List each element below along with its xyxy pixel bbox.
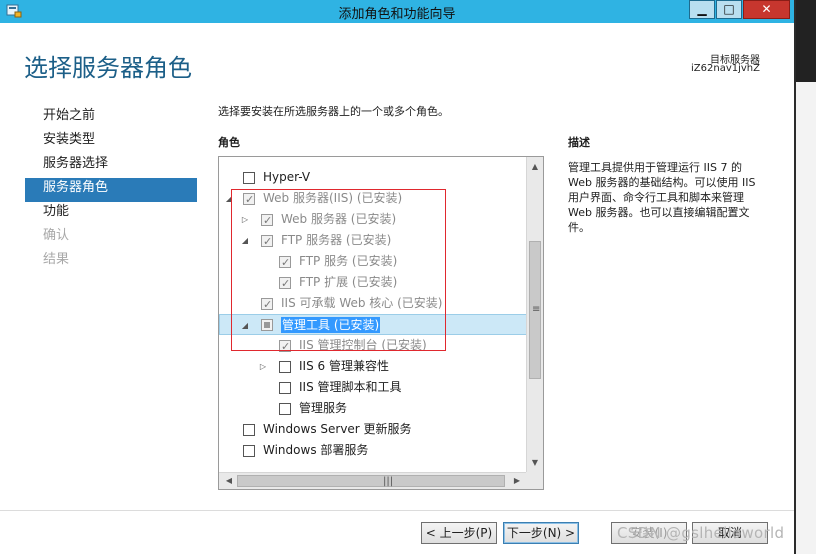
nav-item-features[interactable]: 功能 [25, 202, 197, 226]
role-label: FTP 扩展 (已安装) [299, 275, 398, 289]
checkbox [243, 189, 255, 210]
role-label: Hyper-V [263, 170, 311, 184]
tree-row-iis-management-console[interactable]: IIS 管理控制台 (已安装) [219, 335, 527, 357]
tree-row-iis6-management-compatibility[interactable]: ▷ IIS 6 管理兼容性 [219, 356, 527, 377]
window-title: 添加角色和功能向导 [338, 7, 456, 22]
expand-triangle-icon[interactable]: ▷ [257, 356, 269, 377]
tree-row-ftp-server[interactable]: ◢ FTP 服务器 (已安装) [219, 230, 527, 252]
role-label: FTP 服务器 (已安装) [281, 233, 392, 247]
description-heading: 描述 [568, 136, 590, 149]
checkbox[interactable] [279, 382, 291, 394]
minimize-button[interactable]: ▁ [689, 0, 715, 19]
role-label: Web 服务器(IIS) (已安装) [263, 191, 403, 205]
vertical-scrollbar[interactable]: ▲ ≡ ▼ [526, 157, 543, 473]
roles-tree-rows: Hyper-V ◢ Web 服务器(IIS) (已安装) ▷ Web 服务器 (… [219, 167, 527, 461]
tree-row-iis-hostable-web-core[interactable]: IIS 可承载 Web 核心 (已安装) [219, 293, 527, 315]
tree-row-web-server-iis[interactable]: ◢ Web 服务器(IIS) (已安装) [219, 188, 527, 210]
tree-row-wsus[interactable]: Windows Server 更新服务 [219, 419, 527, 440]
maximize-button[interactable]: □ [716, 0, 742, 19]
target-server-name: iZ62nav1jvhZ [691, 63, 760, 74]
nav-item-results: 结果 [43, 252, 70, 267]
roles-tree[interactable]: Hyper-V ◢ Web 服务器(IIS) (已安装) ▷ Web 服务器 (… [218, 156, 544, 490]
role-label: Web 服务器 (已安装) [281, 212, 397, 226]
nav-item-server-selection[interactable]: 服务器选择 [25, 154, 197, 178]
vertical-scroll-thumb[interactable]: ≡ [529, 241, 541, 379]
background-desktop-strip [794, 0, 816, 554]
footer-divider [0, 510, 794, 511]
previous-button[interactable]: < 上一步(P) [421, 522, 497, 544]
horizontal-scrollbar[interactable]: ◀ ||| ▶ [219, 472, 527, 489]
tree-row-iis-management-scripts[interactable]: IIS 管理脚本和工具 [219, 377, 527, 398]
horizontal-scroll-thumb[interactable]: ||| [237, 475, 505, 487]
scrollbar-corner [526, 472, 543, 489]
next-button[interactable]: 下一步(N) > [503, 522, 579, 544]
role-label: IIS 管理控制台 (已安装) [299, 338, 427, 352]
description-text: 管理工具提供用于管理运行 IIS 7 的 Web 服务器的基础结构。可以使用 I… [568, 161, 756, 234]
checkbox [261, 210, 273, 231]
checkbox[interactable] [279, 361, 291, 373]
role-label: Windows 部署服务 [263, 443, 369, 457]
tree-row-windows-deployment-services[interactable]: Windows 部署服务 [219, 440, 527, 461]
nav-item-confirmation: 确认 [43, 228, 70, 243]
roles-heading: 角色 [218, 136, 240, 149]
tree-row-hyper-v[interactable]: Hyper-V [219, 167, 527, 188]
checkbox [279, 252, 291, 273]
role-label: 管理服务 [299, 401, 348, 415]
checkbox[interactable] [261, 319, 273, 331]
checkbox [261, 294, 273, 315]
nav-item-installation-type[interactable]: 安装类型 [25, 130, 197, 154]
checkbox [261, 231, 273, 252]
title-bar: 添加角色和功能向导 ▁ □ ✕ [0, 0, 794, 23]
role-label: 管理工具 (已安装) [281, 317, 381, 333]
nav-item-server-roles[interactable]: 服务器角色 [25, 178, 197, 202]
page-title: 选择服务器角色 [24, 54, 192, 82]
tree-row-management-tools[interactable]: ◢ 管理工具 (已安装) [219, 314, 527, 335]
background-window-edge [796, 0, 816, 82]
collapse-triangle-icon[interactable]: ◢ [239, 315, 251, 336]
checkbox[interactable] [243, 445, 255, 457]
watermark: CSDN @gslhelloworld [617, 524, 785, 542]
scroll-down-arrow-icon[interactable]: ▼ [527, 455, 543, 471]
checkbox[interactable] [279, 403, 291, 415]
scroll-up-arrow-icon[interactable]: ▲ [527, 159, 543, 175]
close-button[interactable]: ✕ [743, 0, 790, 19]
tree-row-management-service[interactable]: 管理服务 [219, 398, 527, 419]
checkbox[interactable] [243, 172, 255, 184]
tree-row-ftp-service[interactable]: FTP 服务 (已安装) [219, 251, 527, 273]
role-label: Windows Server 更新服务 [263, 422, 412, 436]
instruction-text: 选择要安装在所选服务器上的一个或多个角色。 [218, 105, 449, 118]
nav-item-before-you-begin[interactable]: 开始之前 [25, 106, 197, 130]
tree-row-web-server[interactable]: ▷ Web 服务器 (已安装) [219, 209, 527, 231]
checkbox[interactable] [243, 424, 255, 436]
checkbox [279, 336, 291, 357]
role-label: IIS 6 管理兼容性 [299, 359, 389, 373]
checkbox [279, 273, 291, 294]
grip-icon: ≡ [532, 304, 541, 315]
role-label: IIS 管理脚本和工具 [299, 380, 402, 394]
grip-icon: ||| [383, 476, 394, 487]
wizard-steps-nav: 开始之前 安装类型 服务器选择 服务器角色 功能 确认 结果 [25, 106, 197, 274]
expand-triangle-icon[interactable]: ▷ [239, 209, 251, 230]
tree-row-ftp-extensibility[interactable]: FTP 扩展 (已安装) [219, 272, 527, 294]
scroll-right-arrow-icon[interactable]: ▶ [509, 473, 525, 489]
collapse-triangle-icon[interactable]: ◢ [239, 230, 251, 251]
collapse-triangle-icon[interactable]: ◢ [223, 188, 235, 209]
role-label: IIS 可承载 Web 核心 (已安装) [281, 296, 443, 310]
scroll-left-arrow-icon[interactable]: ◀ [221, 473, 237, 489]
role-label: FTP 服务 (已安装) [299, 254, 398, 268]
